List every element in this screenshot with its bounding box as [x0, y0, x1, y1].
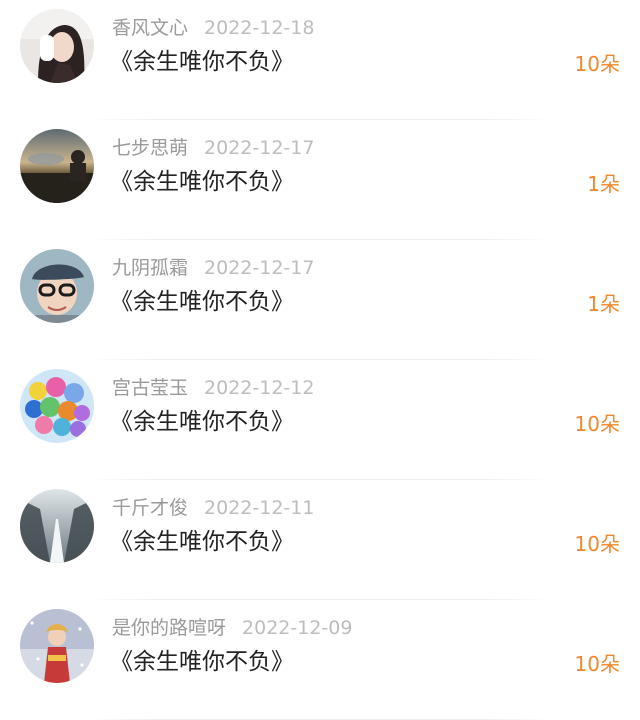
- gift-title[interactable]: 《余生唯你不负》: [110, 284, 294, 320]
- user-name[interactable]: 是你的路喧呀: [112, 617, 226, 639]
- gift-title[interactable]: 《余生唯你不负》: [110, 164, 294, 200]
- date-label: 2022-12-18: [204, 17, 315, 39]
- snowy-trees-icon: [20, 489, 94, 563]
- woman-portrait-icon: [20, 9, 94, 83]
- item-meta: 七步思萌 2022-12-17: [112, 134, 314, 162]
- flower-count: 10朵: [574, 652, 620, 676]
- list-item[interactable]: 九阴孤霜 2022-12-17 《余生唯你不负》 1朵: [0, 240, 640, 360]
- flower-count: 10朵: [574, 52, 620, 76]
- user-name[interactable]: 九阴孤霜: [112, 257, 188, 279]
- flower-count: 1朵: [587, 172, 620, 196]
- date-label: 2022-12-11: [204, 497, 315, 519]
- gift-title[interactable]: 《余生唯你不负》: [110, 404, 294, 440]
- balloons-icon: [20, 369, 94, 443]
- avatar[interactable]: [20, 9, 94, 83]
- flower-count: 1朵: [587, 292, 620, 316]
- date-label: 2022-12-12: [204, 377, 315, 399]
- item-meta: 宫古莹玉 2022-12-12: [112, 374, 314, 402]
- sunset-landscape-icon: [20, 129, 94, 203]
- child-with-cap-icon: [20, 249, 94, 323]
- item-meta: 是你的路喧呀 2022-12-09: [112, 614, 352, 642]
- item-meta: 九阴孤霜 2022-12-17: [112, 254, 314, 282]
- gift-title[interactable]: 《余生唯你不负》: [110, 644, 294, 680]
- gift-title[interactable]: 《余生唯你不负》: [110, 524, 294, 560]
- user-name[interactable]: 千斤才俊: [112, 497, 188, 519]
- user-name[interactable]: 七步思萌: [112, 137, 188, 159]
- list-item[interactable]: 是你的路喧呀 2022-12-09 《余生唯你不负》 10朵: [0, 600, 640, 720]
- user-name[interactable]: 香风文心: [112, 17, 188, 39]
- list-item[interactable]: 宫古莹玉 2022-12-12 《余生唯你不负》 10朵: [0, 360, 640, 480]
- avatar[interactable]: [20, 369, 94, 443]
- avatar[interactable]: [20, 129, 94, 203]
- date-label: 2022-12-17: [204, 257, 315, 279]
- item-meta: 香风文心 2022-12-18: [112, 14, 314, 42]
- date-label: 2022-12-17: [204, 137, 315, 159]
- avatar[interactable]: [20, 249, 94, 323]
- gift-title[interactable]: 《余生唯你不负》: [110, 44, 294, 80]
- user-name[interactable]: 宫古莹玉: [112, 377, 188, 399]
- list-item[interactable]: 千斤才俊 2022-12-11 《余生唯你不负》 10朵: [0, 480, 640, 600]
- list-item[interactable]: 七步思萌 2022-12-17 《余生唯你不负》 1朵: [0, 120, 640, 240]
- item-meta: 千斤才俊 2022-12-11: [112, 494, 314, 522]
- list-item[interactable]: 香风文心 2022-12-18 《余生唯你不负》 10朵: [0, 0, 640, 120]
- girl-in-snow-icon: [20, 609, 94, 683]
- flower-count: 10朵: [574, 532, 620, 556]
- avatar[interactable]: [20, 489, 94, 563]
- gift-record-list: 香风文心 2022-12-18 《余生唯你不负》 10朵 七步思萌 2022-1…: [0, 0, 640, 720]
- date-label: 2022-12-09: [242, 617, 353, 639]
- flower-count: 10朵: [574, 412, 620, 436]
- avatar[interactable]: [20, 609, 94, 683]
